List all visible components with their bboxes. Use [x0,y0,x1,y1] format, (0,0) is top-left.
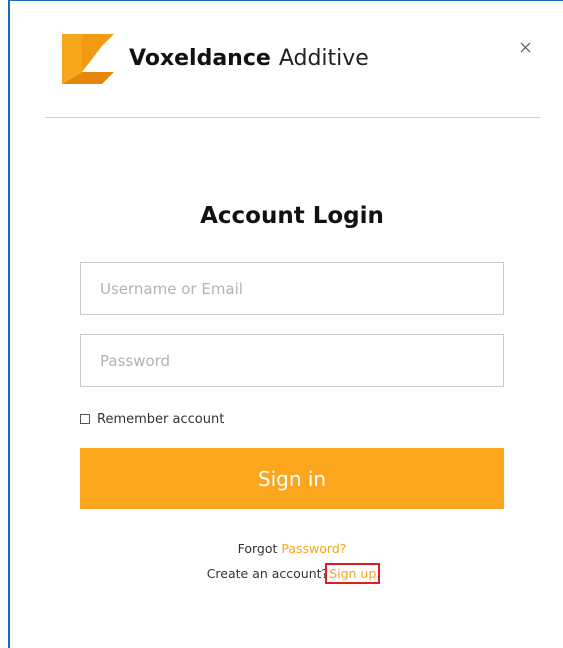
window-frame-left [8,0,10,648]
remember-account-toggle[interactable]: Remember account [80,410,224,428]
sign-in-button[interactable]: Sign in [80,448,504,509]
create-account-line: Create an account?Sign up [80,563,504,584]
brand-name: Voxeldance [129,46,271,71]
login-window: Voxeldance Additive Account Login Remembe… [0,0,563,648]
brand-product: Additive [278,46,369,71]
remember-checkbox[interactable] [80,414,90,424]
password-input[interactable] [80,334,504,387]
forgot-prefix: Forgot [237,541,278,556]
forgot-password-line: Forgot Password? [80,541,504,556]
forgot-password-link[interactable]: Password? [281,541,346,556]
voxeldance-logo-icon [62,34,114,84]
header-divider [45,117,540,118]
close-icon[interactable] [516,38,536,58]
sign-up-link[interactable]: Sign up [325,563,381,584]
create-account-prefix: Create an account? [206,566,329,581]
username-input[interactable] [80,262,504,315]
app-brand: Voxeldance Additive [129,46,369,71]
window-frame-top [8,0,563,1]
remember-label: Remember account [97,411,225,427]
page-title: Account Login [200,203,384,229]
